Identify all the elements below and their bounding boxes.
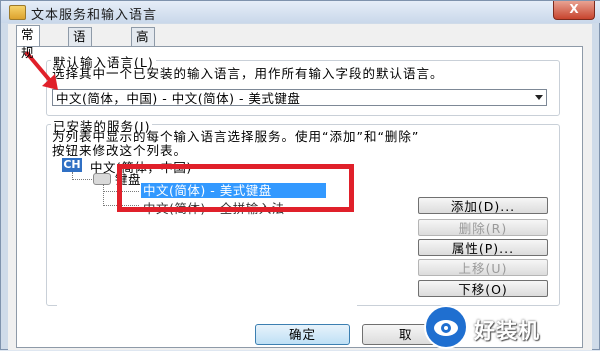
tree-connector xyxy=(103,184,104,206)
chevron-down-icon[interactable] xyxy=(535,95,543,100)
tab-general[interactable]: 常规 xyxy=(16,25,40,60)
keyboard-icon xyxy=(93,173,111,185)
move-down-button[interactable]: 下移(O) xyxy=(418,280,548,297)
app-icon xyxy=(9,5,26,20)
default-language-description: 选择其中一个已安装的输入语言，用作所有输入字段的默认语言。 xyxy=(52,66,444,81)
move-up-button[interactable]: 上移(U) xyxy=(418,259,548,276)
window-title: 文本服务和输入语言 xyxy=(31,8,158,23)
title-bar[interactable]: 文本服务和输入语言 X xyxy=(1,1,600,23)
ok-button[interactable]: 确定 xyxy=(255,324,350,345)
add-button[interactable]: 添加(D)... xyxy=(418,197,548,214)
watermark: 好装机 xyxy=(418,305,600,350)
tab-advanced-key-settings[interactable]: 高级键设置 xyxy=(131,27,155,116)
remove-button[interactable]: 删除(R) xyxy=(418,219,548,236)
watermark-logo-icon xyxy=(424,305,468,349)
highlight-annotation-box xyxy=(117,164,354,212)
installed-services-description-line1: 为列表中显示的每个输入语言选择服务。使用“添加”和“删除” xyxy=(52,129,420,144)
watermark-text: 好装机 xyxy=(474,319,540,343)
default-language-value: 中文(简体，中国) - 中文(简体) - 美式键盘 xyxy=(56,91,301,106)
tree-connector xyxy=(72,179,92,180)
tab-language-bar[interactable]: 语言栏 xyxy=(68,27,92,80)
close-button[interactable]: X xyxy=(553,1,595,20)
language-badge: CH xyxy=(62,158,82,172)
default-language-select[interactable]: 中文(简体，中国) - 中文(简体) - 美式键盘 xyxy=(52,89,547,106)
properties-button[interactable]: 属性(P)... xyxy=(418,239,548,256)
watermark-eye-icon xyxy=(434,320,458,336)
